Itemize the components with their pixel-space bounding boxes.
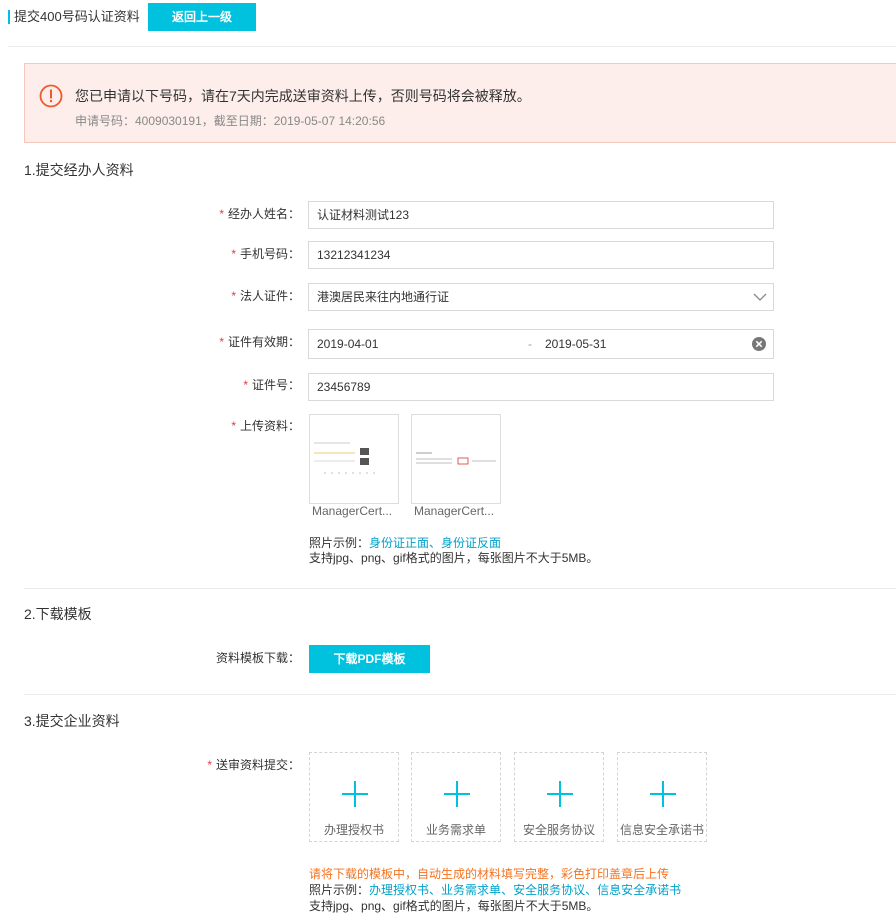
back-button[interactable]: 返回上一级	[148, 3, 256, 31]
section-title-company: 3.提交企业资料	[24, 713, 120, 729]
format-note: 支持jpg、png、gif格式的图片，每张图片不大于5MB。	[309, 551, 599, 565]
agent-name-input[interactable]: 认证材料测试123	[308, 201, 774, 229]
link-requirement[interactable]: 业务需求单	[441, 883, 501, 897]
label-id-number: * 证件号：	[243, 378, 300, 392]
clear-circle-icon[interactable]	[752, 337, 766, 351]
upload-box-security-pledge[interactable]: 信息安全承诺书	[617, 752, 707, 842]
uploaded-thumbnail-2[interactable]	[411, 414, 501, 504]
company-format-note: 支持jpg、png、gif格式的图片，每张图片不大于5MB。	[309, 899, 599, 913]
alert-message: 您已申请以下号码，请在7天内完成送审资料上传，否则号码将会被释放。	[75, 88, 531, 104]
label-upload: * 上传资料：	[231, 419, 300, 433]
id-type-selected: 港澳居民来往内地通行证	[317, 290, 450, 304]
section-divider-1	[24, 588, 896, 589]
validity-start-date[interactable]: 2019-04-01	[317, 337, 378, 351]
thumbnail-caption-1: ManagerCert...	[312, 504, 393, 518]
document-preview-icon	[416, 452, 496, 465]
section-title-template: 2.下载模板	[24, 606, 92, 622]
thumbnail-caption-2: ManagerCert...	[414, 504, 495, 518]
label-template-download: 资料模板下载：	[215, 651, 300, 665]
upload-box-authorization[interactable]: 办理授权书	[309, 752, 399, 842]
uploaded-thumbnail-1[interactable]	[309, 414, 399, 504]
date-separator: -	[528, 337, 532, 351]
fill-warning: 请将下载的模板中，自动生成的材料填写完整，彩色打印盖章后上传	[309, 867, 670, 881]
header-accent-bar	[8, 10, 10, 24]
company-photo-example-note: 照片示例：办理授权书、业务需求单、安全服务协议、信息安全承诺书	[309, 883, 682, 897]
label-id-type: * 法人证件：	[231, 289, 300, 303]
id-type-select[interactable]: 港澳居民来往内地通行证	[308, 283, 774, 311]
link-security-pledge[interactable]: 信息安全承诺书	[597, 883, 681, 897]
upload-box-requirement[interactable]: 业务需求单	[411, 752, 501, 842]
link-id-back[interactable]: 身份证反面	[441, 536, 501, 550]
label-validity: * 证件有效期：	[219, 335, 300, 349]
chevron-down-icon	[753, 293, 767, 301]
id-number-input[interactable]: 23456789	[308, 373, 774, 401]
label-phone: * 手机号码：	[231, 247, 300, 261]
section-title-agent: 1.提交经办人资料	[24, 162, 134, 178]
download-pdf-button[interactable]: 下载PDF模板	[309, 645, 430, 673]
link-authorization[interactable]: 办理授权书	[369, 883, 429, 897]
link-security-agreement[interactable]: 安全服务协议	[513, 883, 585, 897]
upload-box-security-agreement[interactable]: 安全服务协议	[514, 752, 604, 842]
alert-detail: 申请号码：4009030191，截至日期：2019-05-07 14:20:56	[75, 114, 386, 128]
info-circle-icon	[39, 84, 63, 108]
label-review-submit: * 送审资料提交：	[207, 758, 300, 772]
link-id-front[interactable]: 身份证正面	[369, 536, 429, 550]
phone-input[interactable]: 13212341234	[308, 241, 774, 269]
section-divider-2	[24, 694, 896, 695]
document-preview-icon	[314, 442, 380, 474]
page-title: 提交400号码认证资料	[14, 9, 140, 24]
label-agent-name: * 经办人姓名：	[219, 207, 300, 221]
photo-example-note: 照片示例：身份证正面、身份证反面	[309, 536, 502, 550]
header-divider	[8, 46, 896, 47]
validity-end-date[interactable]: 2019-05-31	[545, 330, 606, 358]
validity-date-range[interactable]: 2019-04-01 - 2019-05-31	[308, 329, 774, 359]
